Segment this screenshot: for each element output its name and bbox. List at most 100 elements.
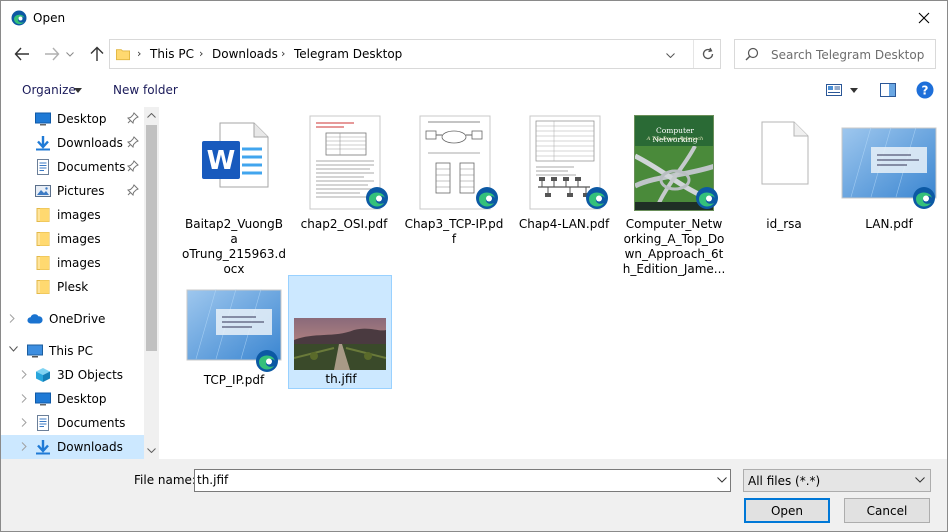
sidebar-item-label: images [57,232,101,246]
file-item-image-selected[interactable]: th.jfif [288,275,392,389]
sidebar-item-label: images [57,256,101,270]
help-button[interactable]: ? [916,81,934,99]
edge-icon [913,187,935,209]
search-box[interactable] [734,39,936,69]
sidebar-item-label: This PC [49,344,93,358]
sidebar-item-images[interactable]: images [1,227,144,251]
file-name: Chap3_TCP-IP.pd f [404,217,504,246]
scroll-thumb[interactable] [146,125,157,351]
back-button[interactable] [11,43,33,65]
sidebar-item-label: images [57,208,101,222]
file-list: W Baitap2_VuongBa oTrung_215963.d ocx chap… [161,107,947,459]
view-details-icon [826,84,842,96]
pin-icon [127,112,139,124]
cancel-button[interactable]: Cancel [844,498,930,523]
sidebar-item-downloads[interactable]: Downloads [1,435,144,459]
address-dropdown-button[interactable] [660,46,680,64]
sidebar-item-3d-objects[interactable]: 3D Objects [1,363,144,387]
change-view-button[interactable] [826,81,842,99]
scroll-down-button[interactable] [144,442,159,459]
folder-icon [36,280,50,294]
breadcrumb-this-pc[interactable]: This PC [150,47,194,61]
file-item-docx[interactable]: W Baitap2_VuongBa oTrung_215963.d ocx [182,113,286,276]
window-title: Open [33,11,66,25]
breadcrumb-separator: › [137,47,142,60]
sidebar-item-images[interactable]: images [1,251,144,275]
sidebar-item-documents-pinned[interactable]: Documents [1,155,144,179]
file-name-input[interactable] [197,473,697,487]
sidebar-item-label: OneDrive [49,312,106,326]
file-item-pdf[interactable]: Chap3_TCP-IP.pd f [402,113,506,246]
sidebar-item-plesk[interactable]: Plesk [1,275,144,299]
breadcrumb-downloads[interactable]: Downloads [212,47,278,61]
organize-button[interactable]: Organize [22,83,76,97]
pin-icon [127,160,139,172]
preview-pane-icon [880,83,896,97]
refresh-button[interactable] [693,40,721,68]
sidebar-item-label: Desktop [57,112,107,126]
file-name: LAN.pdf [865,217,913,231]
sidebar-item-label: Pictures [57,184,105,198]
photo-thumbnail [294,318,386,370]
file-name: th.jfif [325,372,357,386]
folder-icon [36,232,50,246]
file-item-pdf[interactable]: chap2_OSI.pdf [292,113,396,231]
forward-button[interactable] [41,43,63,65]
file-item-generic[interactable]: id_rsa [732,113,836,231]
file-name: id_rsa [766,217,802,231]
sidebar-item-label: Downloads [57,440,123,454]
file-type-select[interactable]: All files (*.*) [743,469,931,492]
recent-locations-button[interactable] [63,43,77,65]
folder-icon [36,256,50,270]
svg-text:?: ? [922,84,929,98]
navigation-scrollbar[interactable] [144,107,159,459]
documents-icon [37,159,49,175]
arrow-right-icon [45,47,60,61]
sidebar-item-onedrive[interactable]: OneDrive [1,307,144,331]
file-item-pdf[interactable]: Chap4-LAN.pdf [512,113,616,231]
search-input[interactable] [771,46,931,63]
close-button[interactable] [901,1,947,35]
help-icon: ? [916,81,934,99]
sidebar-item-desktop[interactable]: Desktop [1,387,144,411]
sidebar-item-downloads-pinned[interactable]: Downloads [1,131,144,155]
sidebar-item-this-pc[interactable]: This PC [1,339,144,363]
chevron-down-icon [915,477,925,483]
new-folder-button[interactable]: New folder [113,83,178,97]
chevron-up-icon [147,113,156,118]
navigation-pane: Desktop Downloads Documents Pictures ima… [1,107,159,459]
sidebar-item-label: Documents [57,416,126,430]
up-button[interactable] [86,43,108,65]
open-button[interactable]: Open [744,498,830,523]
download-icon [36,440,50,455]
desktop-icon [35,112,51,126]
file-item-pdf[interactable]: LAN.pdf [837,113,941,231]
file-item-pdf[interactable]: Computer Networking A Top-Down Approach … [622,113,726,276]
chevron-down-icon [147,448,156,453]
address-bar[interactable]: › This PC › Downloads › Telegram Desktop [109,39,721,69]
breadcrumb-telegram-desktop[interactable]: Telegram Desktop [294,47,402,61]
preview-pane-button[interactable] [880,81,896,99]
pin-icon [127,136,139,148]
file-name-combobox[interactable] [194,469,731,492]
title-bar: Open [1,1,947,35]
documents-icon [37,415,49,431]
sidebar-item-pictures-pinned[interactable]: Pictures [1,179,144,203]
edge-icon [256,350,278,372]
sidebar-item-documents[interactable]: Documents [1,411,144,435]
chevron-down-icon [9,346,18,352]
sidebar-item-label: Desktop [57,392,107,406]
chevron-down-icon[interactable] [716,475,728,485]
sidebar-item-images[interactable]: images [1,203,144,227]
view-options-button[interactable] [850,81,858,99]
file-item-pdf[interactable]: TCP_IP.pdf [182,277,286,391]
edge-icon [696,187,718,209]
scroll-up-button[interactable] [144,107,159,124]
file-name: Chap4-LAN.pdf [518,217,610,231]
sidebar-item-desktop-pinned[interactable]: Desktop [1,107,144,131]
pin-icon [127,184,139,196]
file-name: chap2_OSI.pdf [300,217,388,231]
file-name: TCP_IP.pdf [203,373,265,387]
sidebar-item-label: Downloads [57,136,123,150]
chevron-right-icon [21,370,27,379]
